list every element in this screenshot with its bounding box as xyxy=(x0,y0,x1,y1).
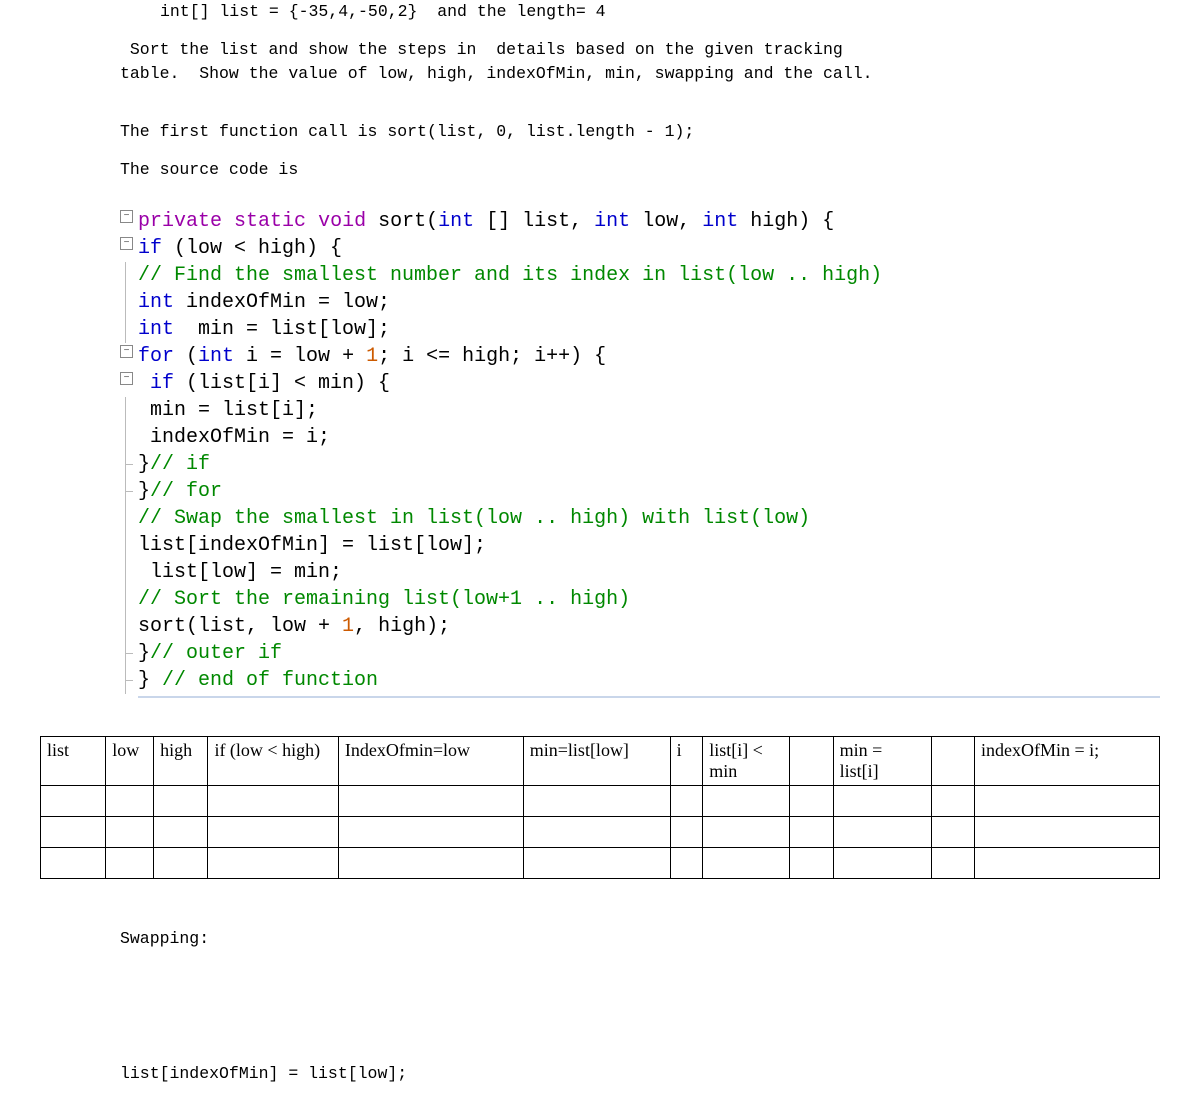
table-cell xyxy=(106,847,154,878)
table-cell xyxy=(975,847,1160,878)
table-cell xyxy=(338,847,523,878)
table-header-row: list low high if (low < high) IndexOfmin… xyxy=(41,736,1160,785)
fold-icon[interactable]: − xyxy=(120,345,133,358)
table-cell xyxy=(154,816,208,847)
table-cell xyxy=(790,785,833,816)
table-cell xyxy=(670,785,703,816)
comment: // Sort the remaining list(low+1 .. high… xyxy=(138,588,630,611)
intro-line-1: int[] list = {-35,4,-50,2} and the lengt… xyxy=(120,0,1160,24)
col-indexofmin: IndexOfmin=low xyxy=(338,736,523,785)
table-cell xyxy=(790,847,833,878)
table-cell xyxy=(670,816,703,847)
fold-icon[interactable]: − xyxy=(120,210,133,223)
table-cell xyxy=(523,847,670,878)
col-indexofmin-i: indexOfMin = i; xyxy=(975,736,1160,785)
table-cell xyxy=(931,816,974,847)
table-cell xyxy=(975,816,1160,847)
table-cell xyxy=(208,785,338,816)
table-cell xyxy=(833,785,931,816)
comment: // Find the smallest number and its inde… xyxy=(138,264,882,287)
code-divider xyxy=(138,696,1160,698)
col-blank-2 xyxy=(931,736,974,785)
table-row xyxy=(41,816,1160,847)
col-min-listlow: min=list[low] xyxy=(523,736,670,785)
table-cell xyxy=(833,816,931,847)
table-row xyxy=(41,847,1160,878)
col-i: i xyxy=(670,736,703,785)
intro-line-2: Sort the list and show the steps in deta… xyxy=(120,38,1160,62)
col-blank-1 xyxy=(790,736,833,785)
table-cell xyxy=(154,847,208,878)
table-cell xyxy=(523,785,670,816)
col-high: high xyxy=(154,736,208,785)
table-cell xyxy=(41,785,106,816)
table-cell xyxy=(703,847,790,878)
source-code: −private static void sort(int [] list, i… xyxy=(120,208,1160,698)
table-cell xyxy=(931,785,974,816)
table-cell xyxy=(833,847,931,878)
table-cell xyxy=(338,816,523,847)
table-cell xyxy=(41,847,106,878)
table-cell xyxy=(154,785,208,816)
fold-icon[interactable]: − xyxy=(120,372,133,385)
table-cell xyxy=(703,785,790,816)
intro-line-5: The source code is xyxy=(120,158,1160,182)
col-list: list xyxy=(41,736,106,785)
table-cell xyxy=(975,785,1160,816)
fold-icon[interactable]: − xyxy=(120,237,133,250)
table-cell xyxy=(523,816,670,847)
table-cell xyxy=(670,847,703,878)
col-min-listi: min = list[i] xyxy=(833,736,931,785)
intro-line-4: The first function call is sort(list, 0,… xyxy=(120,120,1160,144)
swapping-label: Swapping: xyxy=(120,929,1160,948)
swap-line-1: list[indexOfMin] = list[low]; xyxy=(120,1064,1160,1083)
col-if-low-high: if (low < high) xyxy=(208,736,338,785)
table-cell xyxy=(208,816,338,847)
table-cell xyxy=(106,785,154,816)
comment: // Swap the smallest in list(low .. high… xyxy=(138,507,810,530)
table-cell xyxy=(208,847,338,878)
table-cell xyxy=(703,816,790,847)
col-listi-lt-min: list[i] < min xyxy=(703,736,790,785)
col-low: low xyxy=(106,736,154,785)
table-cell xyxy=(931,847,974,878)
table-row xyxy=(41,785,1160,816)
intro-line-3: table. Show the value of low, high, inde… xyxy=(120,62,1160,86)
table-cell xyxy=(790,816,833,847)
table-cell xyxy=(41,816,106,847)
tracking-table: list low high if (low < high) IndexOfmin… xyxy=(40,736,1160,879)
table-cell xyxy=(106,816,154,847)
table-cell xyxy=(338,785,523,816)
